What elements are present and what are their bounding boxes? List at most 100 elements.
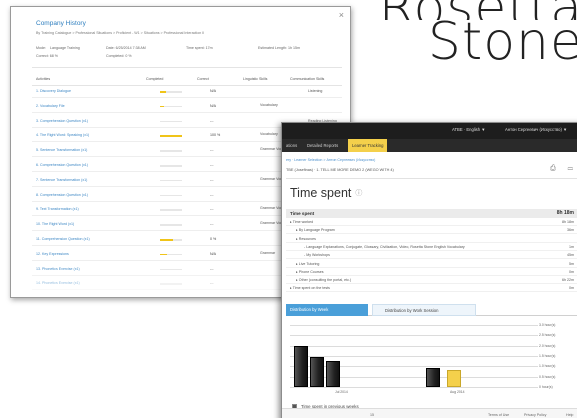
time-row-value: 8h 18m xyxy=(562,220,574,224)
table-row: 1. Discovery Dialogue N/A Listening xyxy=(32,87,342,98)
activity-link[interactable]: 5. Sentence Transformation (x1) xyxy=(36,148,87,152)
completion-bar xyxy=(160,224,182,226)
y-tick-label: 0 hour(s) xyxy=(539,385,553,389)
completion-bar xyxy=(160,120,182,123)
time-row[interactable]: - Language Explanations, Conjugate, Glos… xyxy=(286,244,577,251)
mode-value: Language Training xyxy=(50,46,80,50)
grid-line xyxy=(290,356,538,357)
time-row-label: ▸ Time spent on the tests xyxy=(290,286,330,291)
rosetta-stone-logo: Rosetta Stone xyxy=(379,0,577,68)
activity-link[interactable]: 2. Vocabulary File xyxy=(36,104,65,108)
correct-value: N/A xyxy=(210,251,216,256)
correct-value: 100 % xyxy=(210,133,221,138)
activity-link[interactable]: 1. Discovery Dialogue xyxy=(36,89,71,93)
top-bar: ATBE · English ▼ Антон Сергеевич (Искусс… xyxy=(282,123,577,139)
time-row[interactable]: ▸ By Language Program 36m xyxy=(286,227,577,235)
grid-line xyxy=(290,387,538,388)
print-export-icons[interactable]: ⎙ ▭ xyxy=(550,165,577,173)
grid-line xyxy=(290,335,538,337)
time-row[interactable]: ▸ Other (consulting the portal, etc.) 6h … xyxy=(286,277,577,285)
completion-bar xyxy=(160,91,182,93)
activity-link[interactable]: 12. Key Expressions xyxy=(36,252,69,256)
x-tick-label: Jul 2014 xyxy=(335,390,348,394)
time-row[interactable]: ▸ Resources xyxy=(286,236,577,243)
summary-label: Time spent xyxy=(290,211,315,216)
completion-bar xyxy=(160,165,182,167)
correct-value: N/A xyxy=(210,89,216,93)
time-row-label: ▸ Time worked xyxy=(290,220,314,224)
time-row-label: ▸ By Language Program xyxy=(296,228,335,233)
privacy-policy-link[interactable]: Privacy Policy xyxy=(524,413,546,417)
footer: 15 Terms of Use Privacy Policy Help xyxy=(282,408,577,418)
completion-bar xyxy=(160,209,182,211)
course-name: TBE (Josefinas) · 1. TELL ME MORE DEMO 2… xyxy=(286,168,394,172)
tab-distribution-by-work-session[interactable]: Distribution by Work Session xyxy=(372,304,476,316)
bar-previous-week[interactable] xyxy=(294,345,308,387)
activity-link[interactable]: 7. Sentence Transformation (x1) xyxy=(36,178,87,182)
bar-previous-week[interactable] xyxy=(426,368,440,387)
completion-bar xyxy=(160,179,182,182)
bar-this-week[interactable] xyxy=(447,370,461,387)
time-row[interactable]: ▸ Time worked 8h 18m xyxy=(286,219,577,226)
time-row-value: 5m xyxy=(569,261,574,266)
time-row-value: 1m xyxy=(569,244,574,249)
linguistic-skill: Vocabulary xyxy=(260,132,278,137)
time-row-label: ▸ Resources xyxy=(296,236,316,241)
completion-bar xyxy=(160,135,182,137)
completion-bar-fill xyxy=(160,239,174,241)
correct-percent: Correct: 68 % xyxy=(36,54,58,58)
time-row-value: 0m xyxy=(569,269,574,274)
help-link[interactable]: Help xyxy=(566,413,573,417)
company-history-breadcrumb[interactable]: By Training Catalogue > Professional Sit… xyxy=(36,31,204,35)
bar-previous-week[interactable] xyxy=(310,357,324,387)
correct-value: --- xyxy=(210,163,214,167)
info-icon[interactable]: ⓘ xyxy=(355,190,362,197)
completion-bar-fill xyxy=(160,135,182,137)
activity-link[interactable]: 8. Comprehension Question (x1) xyxy=(36,193,88,197)
y-tick-label: 0.5 hour(s) xyxy=(539,374,556,379)
tab-detailed-reports[interactable]: Detailed Reports xyxy=(307,139,338,152)
tab-learner-tracking[interactable]: Learner Tracking xyxy=(348,139,388,152)
activity-link[interactable]: 4. The Right Word: Speaking (x1) xyxy=(36,133,89,137)
language-menu[interactable]: ATBE · English ▼ xyxy=(452,127,485,132)
correct-value: --- xyxy=(210,148,214,153)
activity-link[interactable]: 6. Comprehension Question (x1) xyxy=(36,163,88,167)
time-distribution-chart: 3.0 hour(s) 2.5 hour(s) 2.0 hour(s) 1.5 hou… xyxy=(290,321,577,403)
activity-link[interactable]: 3. Comprehension Question (x1) xyxy=(36,119,88,123)
time-row[interactable]: ▸ Live Tutoring 5m xyxy=(286,261,577,268)
correct-value: --- xyxy=(210,118,214,123)
breadcrumb[interactable]: ery · Learner Selection > Антон Сергееви… xyxy=(286,158,375,162)
time-row[interactable]: - My Workshops 45m xyxy=(286,252,577,260)
nav-tabs: ations Detailed Reports Learner Tracking xyxy=(282,139,577,152)
terms-of-use-link[interactable]: Terms of Use xyxy=(488,413,509,417)
activity-link[interactable]: 10. The Right Word (x1) xyxy=(36,222,74,226)
col-header-completed: Completed xyxy=(146,77,164,81)
completion-bar xyxy=(160,194,182,197)
user-menu[interactable]: Антон Сергеевич (Искусство) ▼ xyxy=(505,127,567,132)
close-icon[interactable]: × xyxy=(339,10,344,20)
session-time-spent: Time spent: 17m xyxy=(186,46,213,50)
time-row-value: 6h 22m xyxy=(562,278,574,283)
time-row-label: ▸ Other (consulting the portal, etc.) xyxy=(296,278,352,283)
tab-distribution-by-week[interactable]: Distribution by Week xyxy=(286,304,368,316)
linguistic-skill: Grammar xyxy=(260,250,276,255)
estimated-length: Estimated Length: 1h 15m xyxy=(258,46,300,50)
divider xyxy=(286,178,577,179)
page-marker: 15 xyxy=(370,413,374,417)
time-row[interactable]: ▸ Phone Courses 0m xyxy=(286,269,577,276)
distribution-tabs: Distribution by Week Distribution by Wor… xyxy=(286,304,577,316)
activity-link[interactable]: 9. Text Transformation (x1) xyxy=(36,207,79,211)
time-row-value: 45m xyxy=(567,253,574,258)
time-row[interactable]: ▸ Time spent on the tests 0m xyxy=(286,285,577,293)
correct-value: --- xyxy=(210,192,214,197)
tab-ations[interactable]: ations xyxy=(286,139,297,152)
bar-previous-week[interactable] xyxy=(326,361,340,387)
correct-value: --- xyxy=(210,177,214,182)
company-history-title: Company History xyxy=(36,20,86,27)
activity-link[interactable]: 11. Comprehension Question (x1) xyxy=(36,237,90,241)
time-row-value: 36m xyxy=(567,228,574,233)
mode-label: Mode: xyxy=(36,46,46,50)
correct-value: 0 % xyxy=(210,237,217,241)
page-title: Time spent ⓘ xyxy=(290,186,362,200)
grid-line xyxy=(290,345,538,347)
